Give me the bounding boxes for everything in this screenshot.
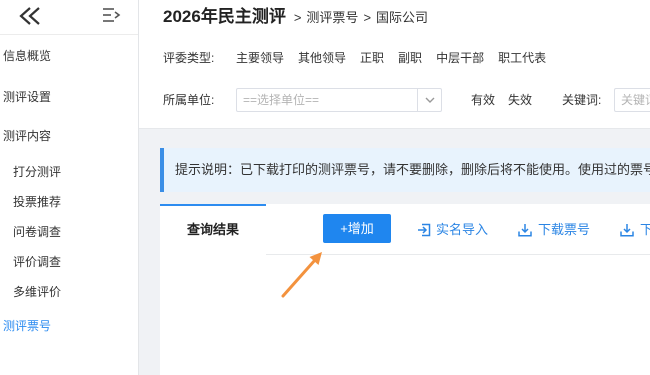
add-button[interactable]: +增加 bbox=[323, 214, 391, 243]
judge-type-option-main-leader[interactable]: 主要领导 bbox=[236, 50, 284, 66]
keyword-input[interactable] bbox=[614, 88, 650, 112]
judge-type-label: 评委类型: bbox=[163, 51, 215, 65]
sidebar-item-questionnaire[interactable]: 问卷调查 bbox=[13, 224, 61, 240]
sidebar-item-settings[interactable]: 测评设置 bbox=[3, 89, 51, 105]
download-label: 下载票号 bbox=[538, 222, 591, 237]
status-option-invalid[interactable]: 失效 bbox=[508, 92, 532, 108]
notice-text: 提示说明：已下载打印的测评票号，请不要删除，删除后将不能使用。使用过的票号 bbox=[175, 162, 650, 177]
status-option-valid[interactable]: 有效 bbox=[471, 92, 495, 108]
download-tickets-button[interactable]: 下载票号 bbox=[518, 222, 590, 238]
judge-type-option-middle-manager[interactable]: 中层干部 bbox=[436, 50, 484, 66]
sidebar-item-overview[interactable]: 信息概览 bbox=[3, 48, 51, 64]
chevron-down-icon bbox=[425, 97, 435, 103]
sidebar-item-scoring[interactable]: 打分测评 bbox=[13, 164, 61, 180]
download-more-button[interactable]: 下 bbox=[620, 222, 650, 238]
sidebar: 信息概览 测评设置 测评内容 打分测评 投票推荐 问卷调查 评价调查 多维评价 … bbox=[0, 0, 139, 375]
judge-type-options: 主要领导 其他领导 正职 副职 中层干部 职工代表 bbox=[236, 50, 560, 66]
judge-type-option-staff-rep[interactable]: 职工代表 bbox=[498, 50, 546, 66]
import-icon bbox=[418, 223, 431, 237]
notice-banner: 提示说明：已下载打印的测评票号，请不要删除，删除后将不能使用。使用过的票号 bbox=[160, 148, 650, 192]
sidebar-item-multi-evaluation[interactable]: 多维评价 bbox=[13, 284, 61, 300]
sidebar-header bbox=[0, 0, 138, 35]
breadcrumb: 2026年民主测评 > 测评票号 > 国际公司 bbox=[163, 6, 428, 28]
breadcrumb-separator: > bbox=[293, 10, 302, 25]
status-options: 有效 失效 bbox=[471, 92, 546, 108]
sidebar-item-content[interactable]: 测评内容 bbox=[3, 128, 51, 144]
unit-select[interactable]: ==选择单位== bbox=[236, 88, 442, 112]
tab-bar-divider bbox=[266, 254, 650, 255]
select-divider bbox=[417, 89, 418, 111]
judge-type-option-principal[interactable]: 正职 bbox=[360, 50, 384, 66]
import-real-name-button[interactable]: 实名导入 bbox=[417, 222, 488, 238]
import-label: 实名导入 bbox=[436, 222, 489, 237]
unit-select-placeholder: ==选择单位== bbox=[243, 93, 320, 107]
filter-header: 2026年民主测评 > 测评票号 > 国际公司 评委类型: 主要领导 其他领导 … bbox=[139, 0, 650, 129]
results-panel: 查询结果 +增加 实名导入 下载票号 下 bbox=[160, 204, 650, 375]
keyword-label: 关键词: bbox=[562, 93, 602, 107]
download-icon bbox=[518, 224, 532, 237]
page-title: 2026年民主测评 bbox=[163, 7, 286, 26]
sidebar-item-voting[interactable]: 投票推荐 bbox=[13, 194, 61, 210]
tab-query-results[interactable]: 查询结果 bbox=[160, 204, 266, 254]
download-icon bbox=[620, 224, 634, 237]
judge-type-option-other-leader[interactable]: 其他领导 bbox=[298, 50, 346, 66]
sidebar-item-evaluation[interactable]: 评价调查 bbox=[13, 254, 61, 270]
download-more-label: 下 bbox=[640, 222, 650, 237]
unit-label: 所属单位: bbox=[163, 93, 215, 107]
double-chevron-left-icon[interactable] bbox=[18, 6, 42, 26]
judge-type-option-deputy[interactable]: 副职 bbox=[398, 50, 422, 66]
breadcrumb-separator: > bbox=[363, 10, 372, 25]
sidebar-item-ticket-numbers[interactable]: 测评票号 bbox=[3, 318, 51, 334]
breadcrumb-item-ticket-numbers[interactable]: 测评票号 bbox=[306, 7, 358, 26]
breadcrumb-item-company: 国际公司 bbox=[376, 10, 429, 25]
menu-fold-icon[interactable] bbox=[101, 7, 121, 23]
